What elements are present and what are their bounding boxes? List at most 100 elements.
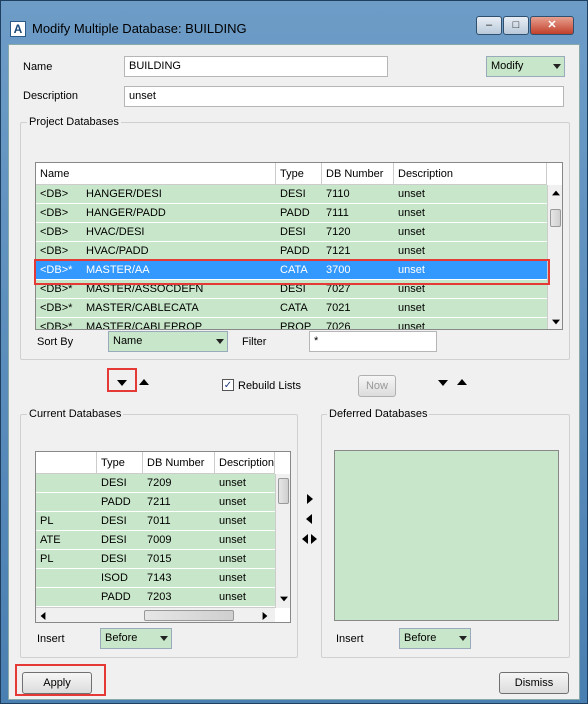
filter-input[interactable]: *: [309, 331, 437, 352]
description-label: Description: [23, 90, 79, 102]
minimize-button[interactable]: –: [476, 16, 502, 35]
insert-label: Insert: [37, 633, 65, 645]
filter-label: Filter: [242, 336, 267, 348]
table-row[interactable]: <DB>* MASTER/CABLEPROP PROP 7026 unset: [36, 318, 547, 330]
column-header-db-number[interactable]: DB Number: [322, 163, 394, 185]
cell-number: 7209: [147, 477, 172, 489]
move-down-arrow-icon-right[interactable]: [438, 380, 448, 386]
table-row[interactable]: PADD 7203 unset: [36, 588, 275, 607]
now-button[interactable]: Now: [358, 375, 396, 397]
deferred-insert-dropdown[interactable]: Before: [399, 628, 471, 649]
column-header-db-number[interactable]: DB Number: [143, 452, 215, 474]
name-input[interactable]: BUILDING: [124, 56, 388, 77]
cell-prefix: <DB>: [40, 226, 69, 238]
current-table-vscrollbar[interactable]: [275, 474, 290, 608]
swap-right-icon[interactable]: [311, 534, 317, 544]
table-row[interactable]: ISOD 7143 unset: [36, 569, 275, 588]
column-header-description[interactable]: Description: [394, 163, 547, 185]
cell-name: MASTER/CABLECATA: [86, 302, 199, 314]
cell-name: HANGER/DESI: [86, 188, 162, 200]
cell-prefix: <DB>: [40, 245, 69, 257]
column-header-name[interactable]: Name: [36, 163, 276, 185]
sort-by-label: Sort By: [37, 336, 74, 348]
sort-by-value: Name: [113, 335, 143, 347]
dismiss-button[interactable]: Dismiss: [499, 672, 569, 694]
cell-number: 7110: [326, 188, 350, 200]
table-row[interactable]: <DB>* MASTER/CABLECATA CATA 7021 unset: [36, 299, 547, 318]
cell-type: DESI: [101, 515, 127, 527]
current-table-hscrollbar[interactable]: [36, 607, 275, 622]
move-down-arrow-icon[interactable]: [117, 380, 127, 386]
cell-type: PADD: [101, 591, 131, 603]
table-row[interactable]: <DB> HVAC/DESI DESI 7120 unset: [36, 223, 547, 242]
move-left-icon[interactable]: [306, 514, 312, 524]
description-input[interactable]: unset: [124, 86, 564, 107]
table-row[interactable]: ATE DESI 7009 unset: [36, 531, 275, 550]
cell-number: 7203: [147, 591, 172, 603]
cell-name: [36, 474, 97, 492]
window-title: Modify Multiple Database: BUILDING: [32, 21, 247, 36]
table-row[interactable]: PL DESI 7015 unset: [36, 550, 275, 569]
cell-number: 7011: [147, 515, 171, 527]
cell-number: 7026: [326, 321, 351, 330]
scrollbar-thumb[interactable]: [144, 610, 234, 621]
scroll-left-icon[interactable]: [40, 612, 46, 620]
chevron-down-icon: [553, 64, 561, 69]
column-header-description[interactable]: Description: [215, 452, 275, 474]
scroll-right-icon[interactable]: [262, 612, 268, 620]
cell-name: HVAC/DESI: [86, 226, 145, 238]
close-button[interactable]: ✕: [530, 16, 574, 35]
scrollbar-thumb[interactable]: [550, 209, 561, 227]
move-right-icon[interactable]: [307, 494, 313, 504]
selected-row-highlight: [34, 259, 550, 285]
current-insert-dropdown[interactable]: Before: [100, 628, 172, 649]
project-databases-table[interactable]: Name Type DB Number Description <DB> HANG…: [35, 162, 563, 330]
cell-name: PL: [40, 515, 54, 527]
cell-type: PADD: [101, 496, 131, 508]
project-table-scrollbar[interactable]: [547, 185, 562, 329]
cell-type: PADD: [280, 245, 310, 257]
scroll-down-icon[interactable]: [280, 596, 288, 602]
cell-name: [36, 588, 97, 606]
column-header-type[interactable]: Type: [97, 452, 143, 474]
sort-by-dropdown[interactable]: Name: [108, 331, 228, 352]
cell-type: CATA: [280, 302, 308, 314]
move-up-arrow-icon-right[interactable]: [457, 379, 467, 385]
cell-desc: unset: [219, 553, 246, 565]
apply-button[interactable]: Apply: [22, 672, 92, 694]
cell-desc: unset: [219, 591, 246, 603]
table-row[interactable]: PL DESI 7011 unset: [36, 512, 275, 531]
table-row[interactable]: <DB> HANGER/DESI DESI 7110 unset: [36, 185, 547, 204]
column-header-name[interactable]: [36, 452, 97, 474]
table-row[interactable]: DESI 7209 unset: [36, 474, 275, 493]
cell-desc: unset: [398, 245, 425, 257]
cell-name: MASTER/CABLEPROP: [86, 321, 203, 330]
cell-desc: unset: [219, 477, 246, 489]
move-up-arrow-icon[interactable]: [139, 379, 149, 385]
cell-name: HVAC/PADD: [86, 245, 149, 257]
cell-type: DESI: [280, 226, 306, 238]
scrollbar-thumb[interactable]: [278, 478, 289, 504]
scroll-down-icon[interactable]: [552, 319, 560, 325]
swap-left-icon[interactable]: [302, 534, 308, 544]
cell-type: ISOD: [101, 572, 128, 584]
table-row[interactable]: <DB> HANGER/PADD PADD 7111 unset: [36, 204, 547, 223]
table-row[interactable]: PADD 7211 unset: [36, 493, 275, 512]
cell-prefix: <DB>: [40, 188, 69, 200]
cell-prefix: <DB>*: [40, 321, 73, 330]
scroll-up-icon[interactable]: [552, 190, 560, 196]
maximize-button[interactable]: □: [503, 16, 529, 35]
project-databases-label: Project Databases: [27, 116, 121, 128]
column-header-type[interactable]: Type: [276, 163, 322, 185]
deferred-databases-label: Deferred Databases: [327, 408, 430, 420]
rebuild-lists-checkbox[interactable]: ✓: [222, 379, 234, 391]
cell-type: DESI: [280, 188, 306, 200]
current-databases-table[interactable]: Type DB Number Description DESI 7209 unset…: [35, 451, 291, 623]
cell-number: 7009: [147, 534, 172, 546]
mode-dropdown[interactable]: Modify: [486, 56, 565, 77]
deferred-databases-list[interactable]: [334, 450, 559, 621]
deferred-insert-label: Insert: [336, 633, 364, 645]
insert-value: Before: [105, 632, 138, 644]
current-databases-label: Current Databases: [27, 408, 124, 420]
cell-desc: unset: [398, 188, 425, 200]
